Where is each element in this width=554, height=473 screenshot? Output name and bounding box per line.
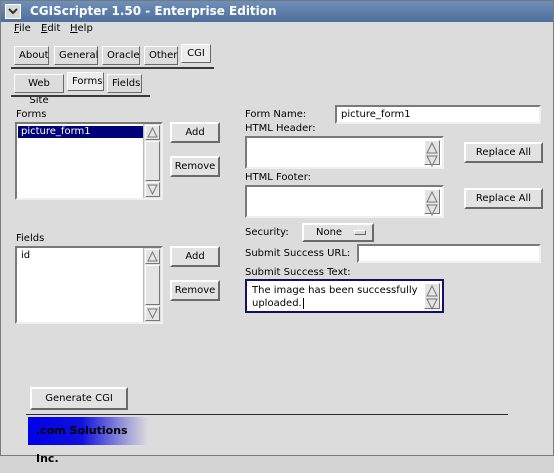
top-tabbar: About General Oracle Other CGI: [1, 44, 553, 68]
list-item[interactable]: picture_form1: [18, 126, 143, 138]
scroll-up-icon[interactable]: [145, 125, 160, 140]
generate-cgi-button[interactable]: Generate CGI: [30, 387, 128, 410]
html-header-textarea[interactable]: [245, 136, 444, 169]
scroll-up-icon[interactable]: [145, 249, 160, 264]
forms-list[interactable]: picture_form1: [15, 122, 163, 200]
forms-add-button[interactable]: Add: [170, 122, 220, 143]
list-item[interactable]: id: [18, 250, 143, 262]
company-logo: .com Solutions Inc.: [28, 417, 148, 465]
title-bar[interactable]: CGIScripter 1.50 - Enterprise Edition: [1, 1, 553, 22]
app-window: CGIScripter 1.50 - Enterprise Edition Fi…: [0, 0, 554, 465]
tab-forms[interactable]: Forms: [67, 72, 104, 91]
sub-tab-divider: [11, 95, 150, 97]
success-text-label: Submit Success Text:: [245, 267, 351, 278]
tab-fields[interactable]: Fields: [107, 74, 142, 93]
html-footer-scrollbar[interactable]: [424, 189, 440, 217]
window-menu-icon[interactable]: [5, 4, 21, 19]
window-title: CGIScripter 1.50 - Enterprise Edition: [30, 4, 277, 18]
success-text-textarea[interactable]: The image has been successfully uploaded…: [245, 279, 444, 313]
menu-help[interactable]: Help: [70, 23, 93, 34]
scroll-thumb[interactable]: [145, 265, 160, 305]
forms-remove-button[interactable]: Remove: [170, 156, 220, 177]
menu-bar: File Edit Help: [1, 22, 553, 38]
text-cursor: ​: [302, 298, 304, 309]
html-footer-textarea[interactable]: [245, 185, 444, 218]
html-footer-label: HTML Footer:: [245, 172, 312, 183]
fields-scrollbar[interactable]: [143, 248, 161, 322]
scroll-down-icon[interactable]: [145, 306, 160, 321]
tab-cgi[interactable]: CGI: [181, 44, 211, 63]
success-url-field[interactable]: [357, 244, 541, 263]
tab-other[interactable]: Other: [144, 46, 178, 65]
fields-add-button[interactable]: Add: [170, 246, 220, 267]
fields-list[interactable]: id: [15, 246, 163, 324]
fields-label: Fields: [16, 233, 45, 244]
bottom-separator: [26, 414, 508, 415]
success-text-content: The image has been successfully uploaded…: [252, 285, 418, 309]
success-url-label: Submit Success URL:: [245, 248, 351, 259]
scroll-arrows-icon[interactable]: [425, 190, 439, 217]
tab-general[interactable]: General: [54, 46, 98, 65]
security-select[interactable]: None: [302, 223, 374, 242]
security-label: Security:: [245, 227, 289, 238]
html-header-scrollbar[interactable]: [424, 140, 440, 168]
forms-scrollbar[interactable]: [143, 124, 161, 198]
top-tab-divider: [11, 67, 214, 69]
form-name-field[interactable]: picture_form1: [335, 105, 541, 124]
tab-oracle[interactable]: Oracle: [102, 46, 140, 65]
forms-label: Forms: [16, 109, 47, 120]
scroll-thumb[interactable]: [145, 141, 160, 181]
html-header-label: HTML Header:: [245, 123, 316, 134]
success-text-scrollbar[interactable]: [424, 283, 440, 311]
sub-tabbar: Web Site Forms Fields: [1, 72, 553, 106]
scroll-down-icon[interactable]: [145, 182, 160, 197]
scroll-arrows-icon[interactable]: [425, 284, 439, 311]
menu-edit[interactable]: Edit: [41, 23, 60, 34]
tab-about[interactable]: About: [14, 46, 49, 65]
security-value: None: [316, 227, 343, 238]
form-name-label: Form Name:: [245, 109, 307, 120]
scroll-arrows-icon[interactable]: [425, 141, 439, 168]
fields-remove-button[interactable]: Remove: [170, 280, 220, 301]
menu-file[interactable]: File: [14, 23, 31, 34]
tab-web-site[interactable]: Web Site: [14, 74, 64, 106]
footer-replace-all-button[interactable]: Replace All: [464, 188, 543, 209]
header-replace-all-button[interactable]: Replace All: [464, 142, 543, 163]
option-menu-indicator-icon: [354, 230, 366, 235]
